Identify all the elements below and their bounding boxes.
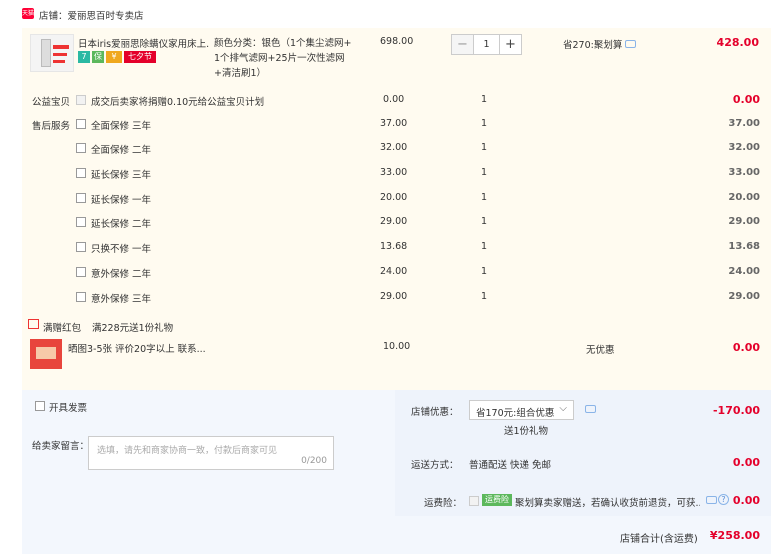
invoice-label: 开具发票 [49,403,88,414]
freight-insurance-amount: 0.00 [732,494,760,507]
gift-header-text: 满228元送1份礼物 [92,323,174,334]
service-name: 延长保修 三年 [91,170,152,181]
order-item-block [22,28,771,390]
service-qty: 1 [481,118,488,129]
charity-subtotal: 0.00 [732,93,760,106]
service-name: 只换不修 一年 [91,244,152,255]
service-name: 延长保修 二年 [91,219,152,230]
message-counter: 0/200 [301,456,327,466]
product-badges: 7 保 ¥ 七夕节 [78,51,156,63]
service-checkbox[interactable] [76,193,86,203]
charity-qty: 1 [481,94,488,105]
invoice-checkbox[interactable] [35,401,45,411]
service-name: 全面保修 二年 [91,145,152,156]
store-discount-sub: 送1份礼物 [504,426,549,437]
store-header: 天猫 店铺：爱丽思百时专卖店 [0,0,771,28]
quantity-input[interactable]: 1 [474,35,499,54]
service-qty: 1 [481,192,488,203]
service-checkbox[interactable] [76,242,86,252]
service-name: 意外保修 二年 [91,269,152,280]
service-price: 29.00 [380,216,408,227]
payment-icon: ¥ [106,51,122,63]
gift-icon [28,319,39,329]
gift-promo: 无优惠 [586,345,615,356]
service-qty: 1 [481,266,488,277]
quantity-plus-button[interactable]: + [499,35,521,54]
store-discount-value: 省170元:组合优惠 [476,408,555,419]
tmall-icon: 天猫 [22,8,35,19]
service-subtotal: 29.00 [728,216,760,227]
product-price: 698.00 [380,36,414,47]
service-subtotal: 32.00 [728,142,760,153]
service-subtotal: 20.00 [728,192,760,203]
service-checkbox[interactable] [76,292,86,302]
service-subtotal: 29.00 [728,291,760,302]
service-label: 售后服务 [32,121,71,132]
service-price: 32.00 [380,142,408,153]
store-name-link[interactable]: 店铺：爱丽思百时专卖店 [39,8,144,22]
service-checkbox[interactable] [76,143,86,153]
service-price: 37.00 [380,118,408,129]
guarantee-icon: 保 [92,51,104,63]
service-name: 延长保修 一年 [91,195,152,206]
service-subtotal: 13.68 [728,241,760,252]
store-discount-label: 店铺优惠： [411,407,459,418]
shipping-label: 运送方式： [411,460,459,471]
freight-insurance-checkbox [469,496,479,506]
quantity-stepper[interactable]: − 1 + [451,34,522,55]
charity-checkbox [76,95,86,105]
seven-day-return-icon: 7 [78,51,90,63]
charity-price: 0.00 [383,94,405,105]
quantity-minus-button[interactable]: − [452,35,474,54]
service-qty: 1 [481,142,488,153]
chevron-down-icon: ⌵ [559,403,567,414]
message-placeholder: 选填，请先和商家协商一致，付款后商家可见 [97,446,278,456]
service-checkbox[interactable] [76,168,86,178]
service-price: 29.00 [380,291,408,302]
discount-text: 省270:聚划算 [563,40,623,51]
store-discount-amount: -170.00 [712,404,760,417]
product-title-link[interactable]: 日本iris爱丽思除螨仪家用床上... [78,36,210,50]
discount-info-icon[interactable] [625,40,637,48]
service-name: 意外保修 三年 [91,294,152,305]
service-qty: 1 [481,167,488,178]
charity-text: 成交后卖家将捐赠0.10元给公益宝贝计划 [91,97,265,108]
service-subtotal: 37.00 [728,118,760,129]
product-subtotal: 428.00 [716,36,759,49]
gift-item-title-link[interactable]: 晒图3-5张 评价20字以上 联系... [68,341,206,355]
product-discount: 省270:聚划算 [563,37,637,51]
freight-insurance-label: 运费险： [424,498,463,509]
service-name: 全面保修 三年 [91,121,152,132]
store-discount-select[interactable]: 省170元:组合优惠 ⌵ [469,400,574,420]
gift-thumbnail[interactable] [30,339,62,369]
service-price: 20.00 [380,192,408,203]
service-subtotal: 24.00 [728,266,760,277]
service-qty: 1 [481,216,488,227]
service-checkbox[interactable] [76,217,86,227]
service-price: 24.00 [380,266,408,277]
freight-insurance-badge: 运费险 [482,494,512,506]
shipping-value: 普通配送 快递 免邮 [469,460,552,471]
shipping-amount: 0.00 [732,456,760,469]
gift-header-label: 满赠红包 [43,323,82,334]
total-label: 店铺合计(含运费) [620,534,698,545]
gift-subtotal: 0.00 [732,341,760,354]
qixi-festival-badge: 七夕节 [124,51,156,63]
seller-message-input[interactable]: 选填，请先和商家协商一致，付款后商家可见 0/200 [88,436,334,470]
discount-info-icon[interactable] [585,405,596,413]
service-price: 13.68 [380,241,408,252]
service-checkbox[interactable] [76,119,86,129]
service-subtotal: 33.00 [728,167,760,178]
message-label: 给卖家留言： [32,441,90,452]
service-qty: 1 [481,291,488,302]
service-checkbox[interactable] [76,267,86,277]
product-spec: 颜色分类：银色（1个集尘滤网+ 1个排气滤网+25片一次性滤网 +清洁刷1） [214,38,352,79]
service-qty: 1 [481,241,488,252]
product-thumbnail[interactable] [30,34,74,72]
total-amount: ¥258.00 [709,529,760,542]
gift-price: 10.00 [383,341,411,352]
service-price: 33.00 [380,167,408,178]
charity-label: 公益宝贝 [32,97,71,108]
